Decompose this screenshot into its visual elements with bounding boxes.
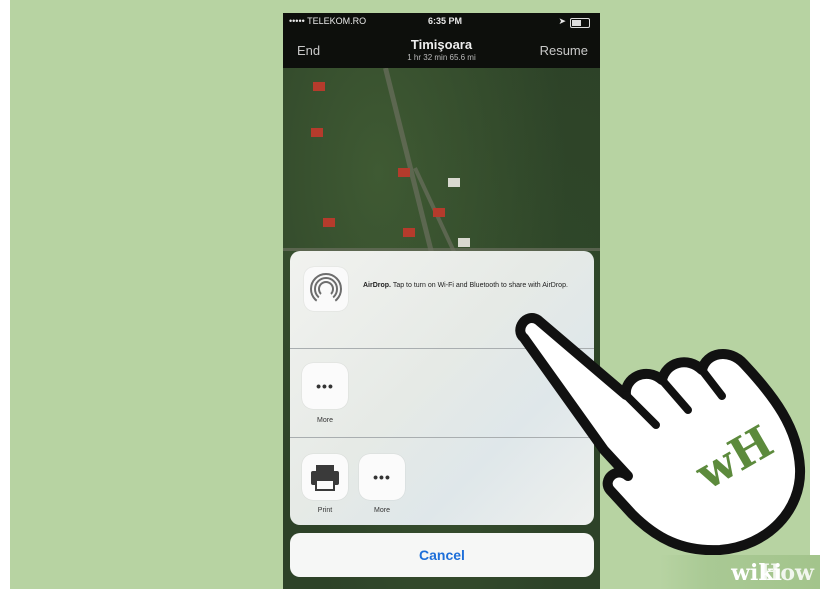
wikihow-how: How (759, 560, 814, 586)
more-dots-icon: ••• (373, 469, 391, 485)
clock: 6:35 PM (428, 16, 463, 26)
navigation-bar: ••••• TELEKOM.RO 6:35 PM ➤ End Timişoara… (283, 13, 600, 68)
frame-right-border (810, 0, 820, 589)
print-button[interactable] (302, 454, 348, 500)
more-label-row2: More (374, 507, 390, 514)
airdrop-icon[interactable] (304, 267, 348, 311)
airdrop-description: AirDrop. Tap to turn on Wi-Fi and Blueto… (363, 281, 583, 290)
more-button-row2[interactable]: ••• (359, 454, 405, 500)
printer-icon (311, 465, 339, 491)
location-arrow-icon: ➤ (558, 16, 566, 26)
print-label: Print (317, 507, 333, 514)
carrier-label: ••••• TELEKOM.RO (289, 16, 367, 26)
resume-button[interactable]: Resume (540, 43, 588, 58)
wikihow-watermark: wiki How (660, 555, 820, 589)
battery-icon (570, 18, 590, 28)
more-dots-icon: ••• (316, 378, 334, 394)
hand-pointer-icon: wH (515, 313, 806, 556)
more-label-row1: More (317, 417, 333, 424)
airdrop-title: AirDrop. (363, 282, 391, 289)
status-bar: ••••• TELEKOM.RO 6:35 PM ➤ (283, 16, 600, 30)
airdrop-instructions: Tap to turn on Wi-Fi and Bluetooth to sh… (391, 282, 568, 289)
more-button-row1[interactable]: ••• (302, 363, 348, 409)
frame-left-border (0, 0, 10, 589)
